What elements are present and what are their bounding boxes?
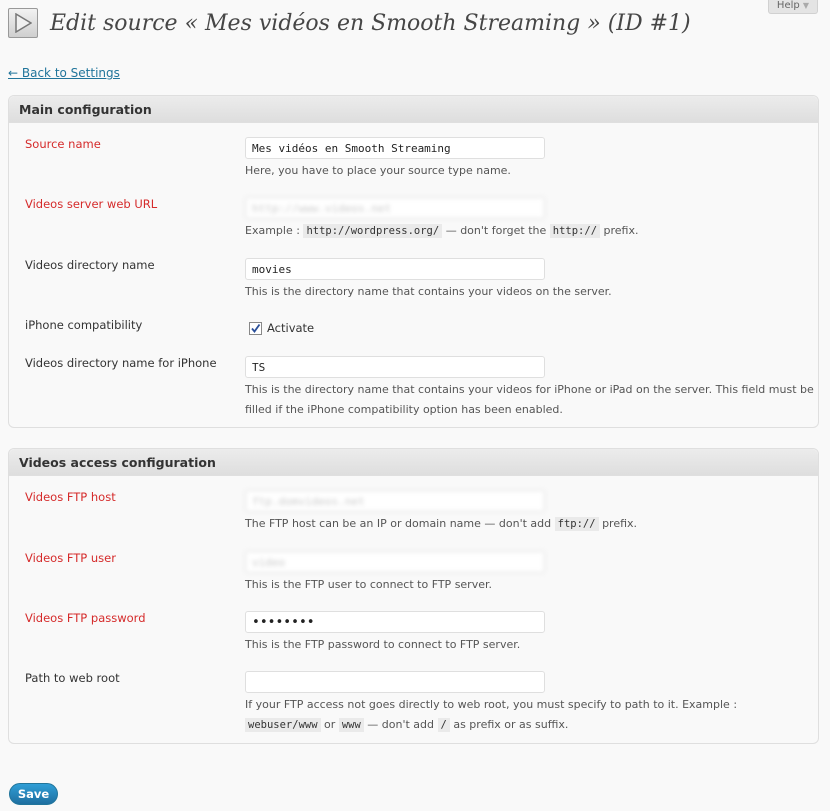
help-tab[interactable]: Help ▼ bbox=[768, 0, 818, 14]
iphone-dir-label: Videos directory name for iPhone bbox=[25, 356, 217, 370]
main-configuration-box: Main configuration Source name Here, you… bbox=[8, 95, 819, 428]
page-header: Edit source « Mes vidéos en Smooth Strea… bbox=[8, 5, 691, 41]
section-title: Videos access configuration bbox=[9, 449, 818, 476]
server-url-desc: Example : http://wordpress.org/ — don't … bbox=[245, 224, 639, 238]
iphone-compat-checkbox-wrap[interactable]: Activate bbox=[249, 321, 314, 335]
www-code: www bbox=[338, 718, 364, 732]
source-name-desc: Here, you have to place your source type… bbox=[245, 164, 511, 177]
example-url-code: http://wordpress.org/ bbox=[303, 224, 443, 238]
web-root-input[interactable] bbox=[245, 671, 545, 693]
web-root-label: Path to web root bbox=[25, 671, 120, 685]
slash-code: / bbox=[437, 718, 450, 732]
help-label: Help bbox=[776, 0, 800, 11]
save-button[interactable]: Save bbox=[9, 783, 58, 805]
dir-name-desc: This is the directory name that contains… bbox=[245, 285, 612, 298]
iphone-compat-label: iPhone compatibility bbox=[25, 318, 143, 332]
server-url-label: Videos server web URL bbox=[25, 197, 158, 211]
ftp-user-input[interactable] bbox=[245, 551, 545, 573]
http-prefix-code: http:// bbox=[549, 224, 601, 238]
section-title: Main configuration bbox=[9, 96, 818, 123]
web-root-desc: If your FTP access not goes directly to … bbox=[245, 698, 738, 732]
ftp-host-input[interactable] bbox=[245, 490, 545, 512]
dir-name-label: Videos directory name bbox=[25, 258, 155, 272]
server-url-input[interactable] bbox=[245, 197, 545, 219]
ftp-user-label: Videos FTP user bbox=[25, 551, 116, 565]
source-name-label: Source name bbox=[25, 137, 101, 151]
ftp-password-input[interactable] bbox=[245, 611, 545, 633]
source-name-input[interactable] bbox=[245, 137, 545, 159]
play-icon bbox=[8, 8, 38, 38]
ftp-password-desc: This is the FTP password to connect to F… bbox=[245, 638, 521, 651]
iphone-dir-input[interactable] bbox=[245, 356, 545, 378]
activate-label: Activate bbox=[267, 321, 315, 335]
ftp-password-label: Videos FTP password bbox=[25, 611, 146, 625]
page-title: Edit source « Mes vidéos en Smooth Strea… bbox=[50, 10, 691, 36]
ftp-user-desc: This is the FTP user to connect to FTP s… bbox=[245, 578, 492, 591]
iphone-compat-checkbox[interactable] bbox=[249, 321, 262, 335]
access-configuration-box: Videos access configuration Videos FTP h… bbox=[8, 448, 819, 744]
back-to-settings-link[interactable]: ← Back to Settings bbox=[8, 66, 120, 80]
iphone-dir-desc: This is the directory name that contains… bbox=[245, 383, 814, 416]
ftp-host-desc: The FTP host can be an IP or domain name… bbox=[245, 517, 638, 531]
ftp-prefix-code: ftp:// bbox=[554, 517, 599, 531]
chevron-down-icon: ▼ bbox=[802, 1, 810, 10]
ftp-host-label: Videos FTP host bbox=[25, 490, 116, 504]
dir-name-input[interactable] bbox=[245, 258, 545, 280]
webuser-www-code: webuser/www bbox=[245, 718, 321, 732]
